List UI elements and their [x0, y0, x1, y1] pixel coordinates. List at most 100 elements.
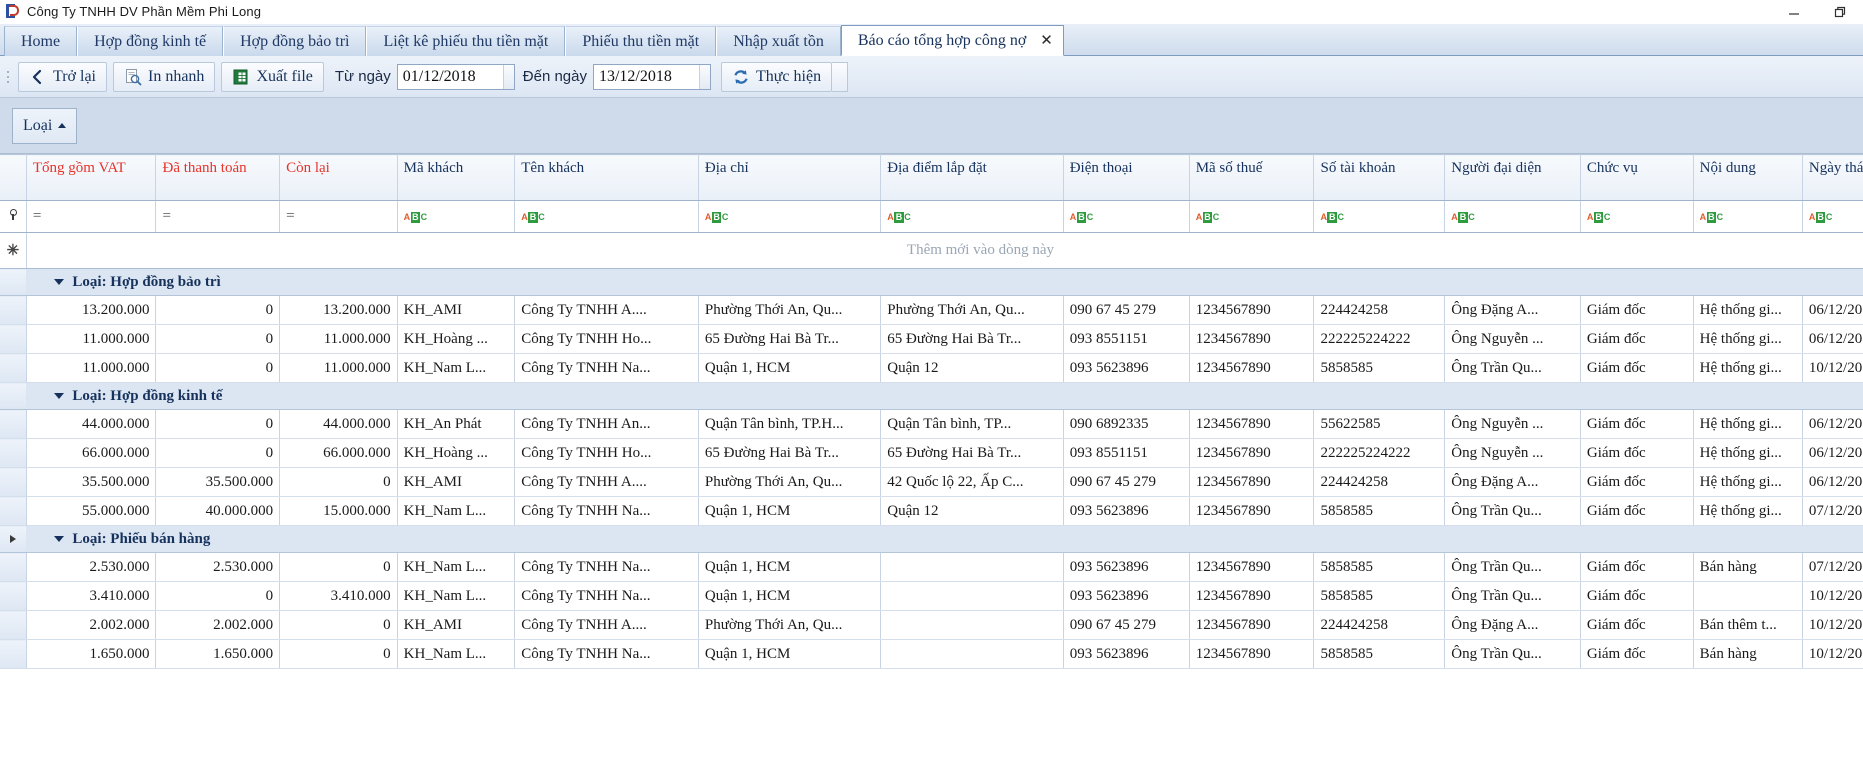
table-row[interactable]: 2.530.000 2.530.000 0 KH_Nam L... Công Ty TN…: [0, 552, 1863, 582]
minimize-icon[interactable]: [1771, 0, 1817, 24]
cell-7[interactable]: 093 5623896: [1063, 639, 1190, 669]
cell-5[interactable]: Quận 1, HCM: [698, 353, 882, 383]
cell-13[interactable]: 10/12/2018: [1802, 639, 1863, 669]
cell-6[interactable]: 65 Đường Hai Bà Tr...: [880, 324, 1064, 354]
cell-8[interactable]: 1234567890: [1189, 610, 1315, 640]
cell-5[interactable]: Phường Thới An, Qu...: [698, 295, 882, 325]
column-header-7[interactable]: Điện thoại: [1063, 154, 1190, 201]
cell-6[interactable]: [880, 610, 1064, 640]
cell-5[interactable]: 65 Đường Hai Bà Tr...: [698, 324, 882, 354]
filter-cell-7[interactable]: ABC: [1063, 200, 1190, 233]
from-date-picker[interactable]: [396, 63, 515, 90]
cell-10[interactable]: Ông Nguyễn ...: [1444, 324, 1581, 354]
column-header-4[interactable]: Tên khách: [514, 154, 699, 201]
filter-cell-8[interactable]: ABC: [1189, 200, 1315, 233]
cell-6[interactable]: 65 Đường Hai Bà Tr...: [880, 438, 1064, 468]
cell-3[interactable]: KH_Nam L...: [397, 552, 516, 582]
execute-button[interactable]: Thực hiện: [720, 61, 833, 92]
to-date-input[interactable]: [593, 64, 699, 89]
cell-2[interactable]: 13.200.000: [279, 295, 398, 325]
cell-7[interactable]: 093 8551151: [1063, 438, 1190, 468]
cell-8[interactable]: 1234567890: [1189, 353, 1315, 383]
cell-13[interactable]: 07/12/2018: [1802, 496, 1863, 526]
filter-row[interactable]: = = = A B C A B C A B C A B C A B C A B C A B C A B C A B C A B C A B C: [0, 200, 1863, 233]
table-row[interactable]: 35.500.000 35.500.000 0 KH_AMI Công Ty TNHH …: [0, 467, 1863, 497]
tab-hop-dong-bao-tri[interactable]: Hợp đồng bảo trì: [223, 26, 367, 56]
cell-13[interactable]: 06/12/2018: [1802, 295, 1863, 325]
column-header-10[interactable]: Người đại diện: [1444, 154, 1581, 201]
cell-8[interactable]: 1234567890: [1189, 438, 1315, 468]
column-header-11[interactable]: Chức vụ: [1580, 154, 1694, 201]
column-header-8[interactable]: Mã số thuế: [1189, 154, 1315, 201]
cell-5[interactable]: Phường Thới An, Qu...: [698, 610, 882, 640]
cell-5[interactable]: Quận 1, HCM: [698, 552, 882, 582]
cell-1[interactable]: 2.002.000: [155, 610, 281, 640]
cell-13[interactable]: 10/12/2018: [1802, 610, 1863, 640]
cell-9[interactable]: 222225224222: [1313, 324, 1446, 354]
cell-9[interactable]: 5858585: [1313, 639, 1446, 669]
cell-5[interactable]: 65 Đường Hai Bà Tr...: [698, 438, 882, 468]
cell-11[interactable]: Giám đốc: [1580, 552, 1694, 582]
cell-11[interactable]: Giám đốc: [1580, 581, 1694, 611]
cell-9[interactable]: 5858585: [1313, 552, 1446, 582]
table-row[interactable]: 3.410.000 0 3.410.000 KH_Nam L... Công Ty TN…: [0, 581, 1863, 611]
cell-5[interactable]: Quận 1, HCM: [698, 581, 882, 611]
cell-11[interactable]: Giám đốc: [1580, 496, 1694, 526]
cell-3[interactable]: KH_Nam L...: [397, 581, 516, 611]
cell-10[interactable]: Ông Nguyễn ...: [1444, 438, 1581, 468]
filter-cell-0[interactable]: =: [26, 200, 157, 233]
cell-3[interactable]: KH_AMI: [397, 295, 516, 325]
cell-6[interactable]: Phường Thới An, Qu...: [880, 295, 1064, 325]
cell-11[interactable]: Giám đốc: [1580, 295, 1694, 325]
column-header-6[interactable]: Địa điểm lắp đặt: [880, 154, 1064, 201]
cell-7[interactable]: 090 67 45 279: [1063, 610, 1190, 640]
filter-cell-11[interactable]: ABC: [1580, 200, 1694, 233]
filter-cell-12[interactable]: ABC: [1693, 200, 1803, 233]
toolbar-grip[interactable]: [4, 64, 12, 90]
cell-11[interactable]: Giám đốc: [1580, 467, 1694, 497]
close-icon[interactable]: ✕: [1040, 33, 1053, 48]
group-row[interactable]: Loại: Hợp đồng bảo trì: [0, 268, 1863, 296]
column-header-2[interactable]: Còn lại: [279, 154, 398, 201]
cell-11[interactable]: Giám đốc: [1580, 409, 1694, 439]
cell-0[interactable]: 55.000.000: [26, 496, 157, 526]
table-row[interactable]: 66.000.000 0 66.000.000 KH_Hoàng ... Công Ty…: [0, 438, 1863, 468]
chevron-down-icon[interactable]: [54, 393, 65, 399]
cell-6[interactable]: Quận Tân bình, TP...: [880, 409, 1064, 439]
cell-2[interactable]: 11.000.000: [279, 324, 398, 354]
group-row-label-cell[interactable]: Loại: Phiếu bán hàng: [26, 525, 1863, 553]
cell-5[interactable]: Phường Thới An, Qu...: [698, 467, 882, 497]
tab-nhap-xuat-ton[interactable]: Nhập xuất tồn: [716, 26, 841, 56]
cell-11[interactable]: Giám đốc: [1580, 438, 1694, 468]
cell-3[interactable]: KH_Nam L...: [397, 639, 516, 669]
cell-10[interactable]: Ông Đặng A...: [1444, 295, 1581, 325]
tab-home[interactable]: Home: [4, 26, 78, 56]
cell-9[interactable]: 224424258: [1313, 295, 1446, 325]
cell-8[interactable]: 1234567890: [1189, 639, 1315, 669]
table-row[interactable]: 11.000.000 0 11.000.000 KH_Nam L... Công Ty …: [0, 353, 1863, 383]
restore-icon[interactable]: [1817, 0, 1863, 24]
cell-5[interactable]: Quận 1, HCM: [698, 639, 882, 669]
chevron-down-icon[interactable]: [502, 64, 514, 89]
cell-0[interactable]: 66.000.000: [26, 438, 157, 468]
cell-10[interactable]: Ông Nguyễn ...: [1444, 409, 1581, 439]
cell-8[interactable]: 1234567890: [1189, 324, 1315, 354]
chevron-down-icon[interactable]: [699, 64, 710, 89]
cell-12[interactable]: Bán hàng: [1693, 552, 1803, 582]
tab-bao-cao-tong-hop-cong-no[interactable]: Báo cáo tổng hợp công nợ ✕: [840, 25, 1064, 56]
cell-12[interactable]: [1693, 581, 1803, 611]
cell-5[interactable]: Quận Tân bình, TP.H...: [698, 409, 882, 439]
cell-6[interactable]: [880, 581, 1064, 611]
table-row[interactable]: 1.650.000 1.650.000 0 KH_Nam L... Công Ty TN…: [0, 639, 1863, 669]
cell-4[interactable]: Công Ty TNHH Ho...: [514, 438, 699, 468]
cell-2[interactable]: 44.000.000: [279, 409, 398, 439]
new-row[interactable]: ✳ Thêm mới vào dòng này: [0, 232, 1863, 269]
filter-cell-4[interactable]: ABC: [514, 200, 699, 233]
cell-3[interactable]: KH_An Phát: [397, 409, 516, 439]
cell-9[interactable]: 5858585: [1313, 496, 1446, 526]
cell-10[interactable]: Ông Trần Qu...: [1444, 496, 1581, 526]
cell-0[interactable]: 11.000.000: [26, 353, 157, 383]
column-header-12[interactable]: Nội dung: [1693, 154, 1803, 201]
filter-cell-5[interactable]: ABC: [698, 200, 882, 233]
filter-cell-1[interactable]: =: [155, 200, 281, 233]
